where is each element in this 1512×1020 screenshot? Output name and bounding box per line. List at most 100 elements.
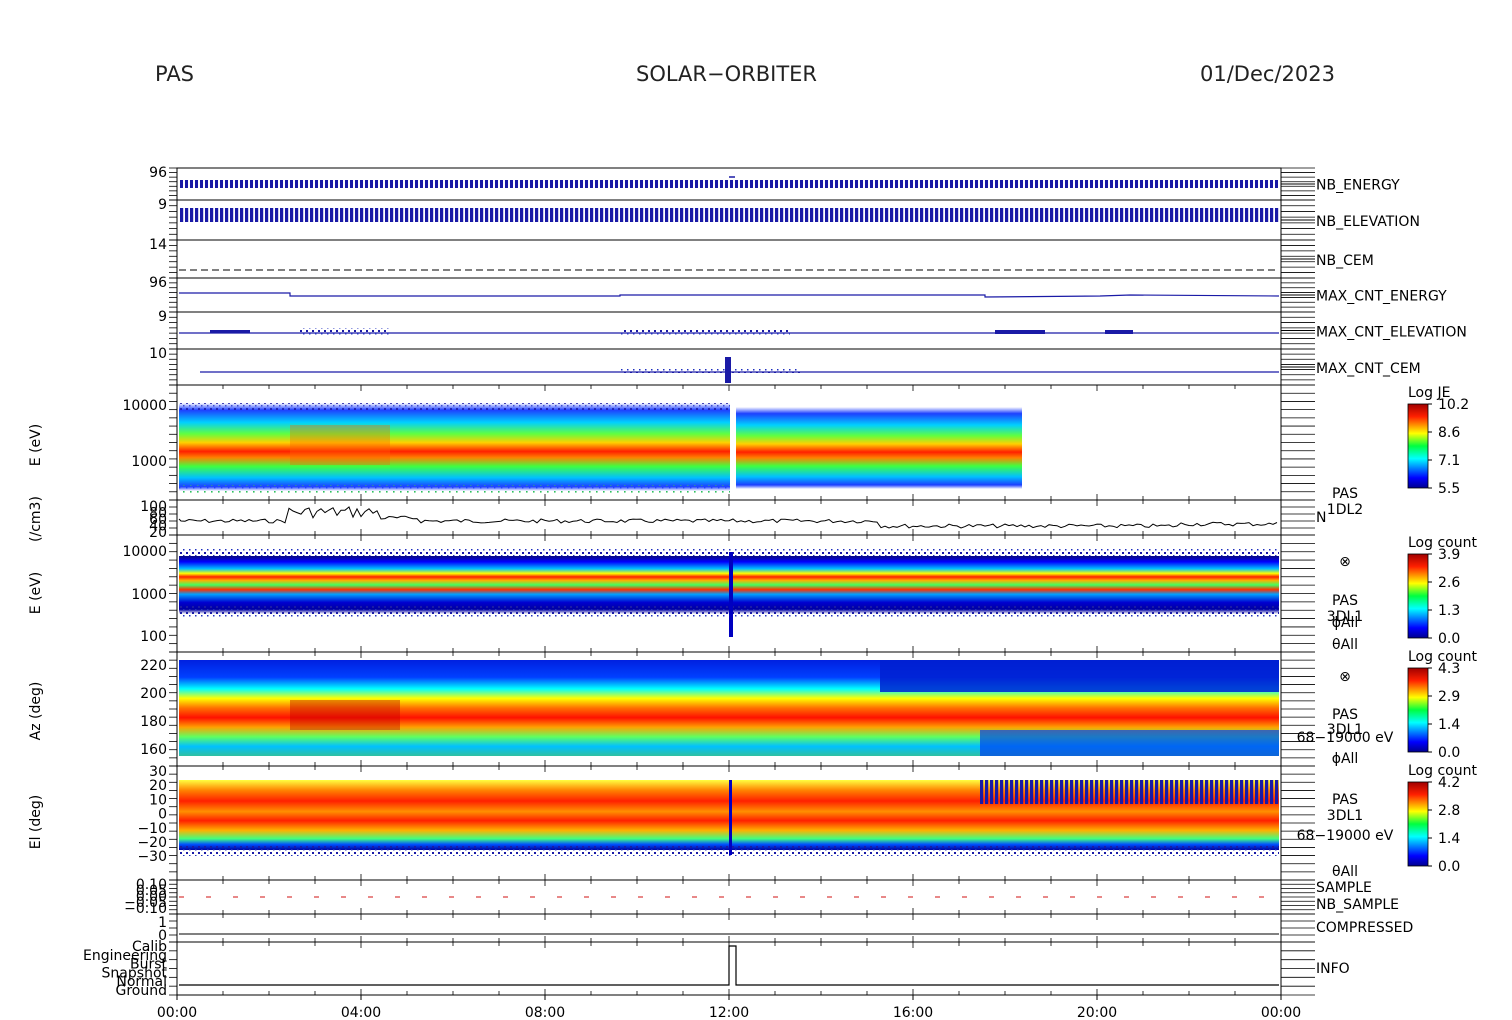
- energy-spectrogram-noise: [179, 403, 730, 411]
- x-tick-label: 04:00: [341, 1005, 381, 1020]
- max-cnt-energy-top-tick: 96: [149, 275, 167, 291]
- info-label: INFO: [1316, 961, 1350, 977]
- spec-energy-ytick: 100: [140, 629, 167, 645]
- x-tick-label: 00:00: [1261, 1005, 1301, 1020]
- nb-elevation-top-tick: 9: [158, 197, 167, 213]
- x-tick-label: 00:00: [157, 1005, 197, 1020]
- sample-label-1: NB_SAMPLE: [1316, 897, 1399, 913]
- colorbar-je-gradient: [1407, 403, 1429, 489]
- colorbar-count-azimuth-gradient: [1407, 667, 1429, 753]
- density-side-label: 1DL2: [1327, 502, 1363, 518]
- spec-energy-spike: [729, 552, 733, 637]
- max-cnt-elevation-burst: [995, 330, 1045, 334]
- spec-energy-ytick: 1000: [131, 587, 167, 603]
- nb-elevation-label: NB_ELEVATION: [1316, 214, 1420, 230]
- colorbar-count-energy-tick-label: 0.0: [1438, 631, 1460, 647]
- elevation-ytick: −30: [137, 849, 167, 865]
- colorbar-count-elevation-tick-label: 0.0: [1438, 859, 1460, 875]
- spec-energy-side-label: PAS: [1332, 593, 1358, 609]
- azimuth-ylabel: Az (deg): [28, 682, 44, 741]
- x-tick-label: 12:00: [709, 1005, 749, 1020]
- x-tick-label: 20:00: [1077, 1005, 1117, 1020]
- nb-energy-top-tick: 96: [149, 165, 167, 181]
- colorbar-count-energy-tick-label: 2.6: [1438, 575, 1460, 591]
- colorbar-count-energy-tick-label: 3.9: [1438, 547, 1460, 563]
- max-cnt-cem-spike: [725, 357, 731, 383]
- energy-spectrogram-noise: [179, 485, 730, 493]
- max-cnt-elevation-burst: [620, 330, 790, 336]
- x-tick-label: 08:00: [525, 1005, 565, 1020]
- density-ylabel: (/cm3): [28, 496, 44, 542]
- density-side-label: PAS: [1332, 486, 1358, 502]
- compressed-label: COMPRESSED: [1316, 920, 1413, 936]
- density-trace: [178, 506, 1278, 529]
- nb-elevation-trace: [179, 208, 1279, 222]
- nb-energy-trace: [179, 180, 1279, 188]
- elevation-spike: [729, 780, 732, 855]
- spec-energy-side-label: θAll: [1332, 637, 1358, 653]
- sample-label-0: SAMPLE: [1316, 880, 1372, 896]
- azimuth-enhancement: [290, 700, 400, 730]
- nb-cem-label: NB_CEM: [1316, 253, 1374, 269]
- colorbar-je-tick-label: 5.5: [1438, 481, 1460, 497]
- max-cnt-elevation-burst: [210, 330, 250, 333]
- azimuth-quiet-region: [880, 660, 1279, 692]
- max-cnt-cem-burst: [620, 368, 800, 373]
- energy-spectrogram-enhancement: [290, 425, 390, 465]
- colorbar-count-elevation-tick-label: 1.4: [1438, 831, 1460, 847]
- azimuth-ytick: 220: [140, 658, 167, 674]
- max-cnt-cem-label: MAX_CNT_CEM: [1316, 361, 1421, 377]
- spec-energy-side-label: ϕAll: [1332, 615, 1359, 631]
- density-ytick: 20: [149, 525, 167, 541]
- energy-ylabel: E (eV): [28, 424, 44, 466]
- colorbar-je-tick-label: 8.6: [1438, 425, 1460, 441]
- colorbar-je-tick-label: 7.1: [1438, 453, 1460, 469]
- nb-energy-label: NB_ENERGY: [1316, 178, 1400, 194]
- colorbar-count-energy-gradient: [1407, 553, 1429, 639]
- azimuth-side-label: ϕAll: [1332, 751, 1359, 767]
- colorbar-count-azimuth-tick-label: 2.9: [1438, 689, 1460, 705]
- energy-spectrogram-block: [736, 407, 1022, 489]
- colorbar-je-tick-label: 10.2: [1438, 397, 1469, 413]
- azimuth-ytick: 200: [140, 686, 167, 702]
- max-cnt-elevation-burst: [1105, 330, 1133, 334]
- elevation-side-label: θAll: [1332, 864, 1358, 880]
- energy-spectrogram-block: [179, 403, 730, 491]
- info-trace: [179, 945, 1279, 986]
- max-cnt-elevation-top-tick: 9: [158, 309, 167, 325]
- azimuth-ytick: 180: [140, 714, 167, 730]
- summary-plot: NB_ENERGY 96 NB_ELEVATION 9 NB_CEM 14 MAX_CNT_…: [28, 165, 1477, 1020]
- azimuth-side-label: 68−19000 eV: [1297, 730, 1394, 746]
- colorbar-count-elevation-tick-label: 4.2: [1438, 775, 1460, 791]
- colorbar-count-azimuth-tick-label: 1.4: [1438, 717, 1460, 733]
- spec-energy-ytick: 10000: [122, 544, 167, 560]
- elevation-side-label: 3DL1: [1327, 808, 1363, 824]
- energy-ytick-1000: 1000: [131, 454, 167, 470]
- info-ytick: Ground: [116, 983, 168, 999]
- elevation-side-label: PAS: [1332, 792, 1358, 808]
- elevation-side-label: 68−19000 eV: [1297, 828, 1394, 844]
- nb-cem-top-tick: 14: [149, 237, 167, 253]
- max-cnt-elevation-burst: [300, 328, 390, 336]
- azimuth-side-label: PAS: [1332, 707, 1358, 723]
- colorbar-count-elevation-gradient: [1407, 781, 1429, 867]
- energy-ytick-10000: 10000: [122, 398, 167, 414]
- max-cnt-energy-trace: [179, 292, 1280, 298]
- max-cnt-energy-label: MAX_CNT_ENERGY: [1316, 289, 1447, 305]
- azimuth-ytick: 160: [140, 742, 167, 758]
- colorbar-count-azimuth-tick-label: 4.3: [1438, 661, 1460, 677]
- azimuth-quiet-region: [980, 730, 1279, 756]
- density-side-label: N: [1316, 510, 1326, 526]
- elevation-ylabel: El (deg): [28, 795, 44, 850]
- max-cnt-cem-top-tick: 10: [149, 346, 167, 362]
- colorbar-count-azimuth-tick-label: 0.0: [1438, 745, 1460, 761]
- elevation-sparse-region: [980, 780, 1279, 804]
- x-tick-label: 16:00: [893, 1005, 933, 1020]
- colorbar-count-energy-tick-label: 1.3: [1438, 603, 1460, 619]
- colorbar-count-elevation-tick-label: 2.8: [1438, 803, 1460, 819]
- azimuth-look-direction: ⊗: [1339, 669, 1351, 685]
- nb-cem-panel: [176, 239, 1282, 279]
- spec-energy-look-direction: ⊗: [1339, 554, 1351, 570]
- spec-energy-ylabel: E (eV): [28, 572, 44, 614]
- panel-stack: NB_ENERGY 96 NB_ELEVATION 9 NB_CEM 14 MAX_CNT_…: [28, 165, 1477, 1020]
